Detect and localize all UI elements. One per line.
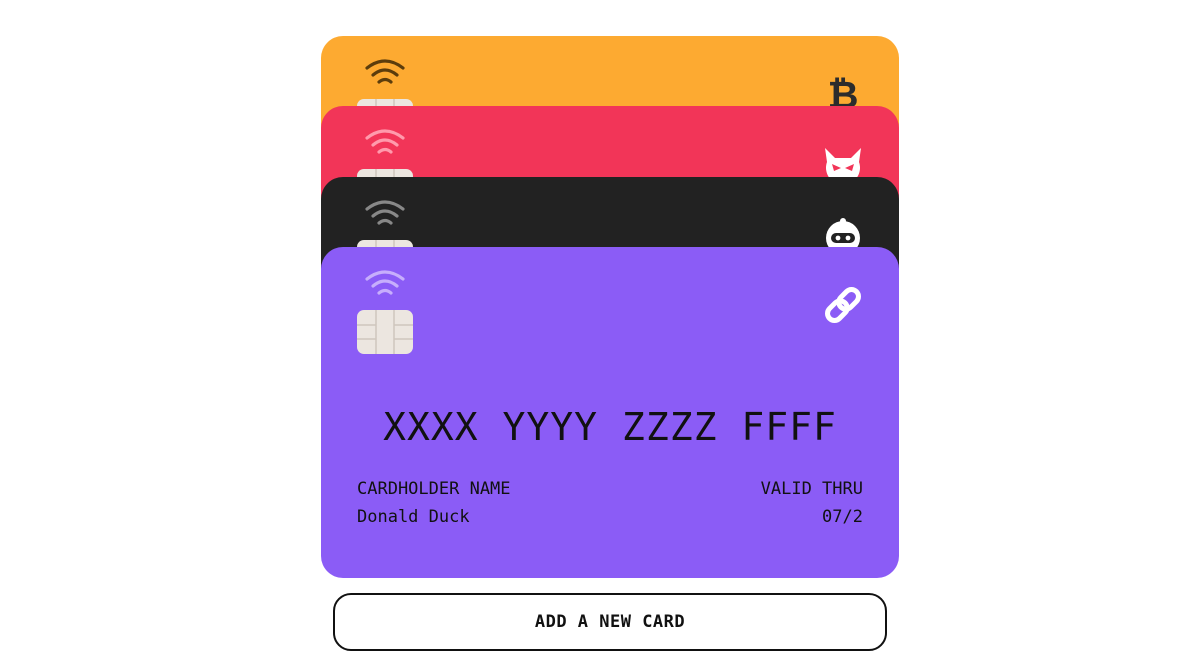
- contactless-icon: [365, 59, 405, 84]
- cardholder-name: Donald Duck: [357, 507, 470, 527]
- valid-thru-label: VALID THRU: [760, 479, 863, 499]
- card-number: XXXX YYYY ZZZZ FFFF: [383, 405, 837, 449]
- add-new-card-button[interactable]: ADD A NEW CARD: [333, 593, 887, 651]
- link-icon: [825, 287, 861, 323]
- contactless-icon: [365, 270, 405, 295]
- contactless-icon: [365, 200, 405, 225]
- card-purple[interactable]: XXXX YYYY ZZZZ FFFF CARDHOLDER NAME VALI…: [321, 247, 899, 578]
- chip-icon: [357, 310, 413, 354]
- cardholder-label: CARDHOLDER NAME: [357, 479, 511, 499]
- contactless-icon: [365, 129, 405, 154]
- valid-thru-value: 07/2: [822, 507, 863, 527]
- card-stack: ₿ XXXX YYYY ZZZZ FFFF CARDHOLDER NAME VA…: [321, 36, 899, 578]
